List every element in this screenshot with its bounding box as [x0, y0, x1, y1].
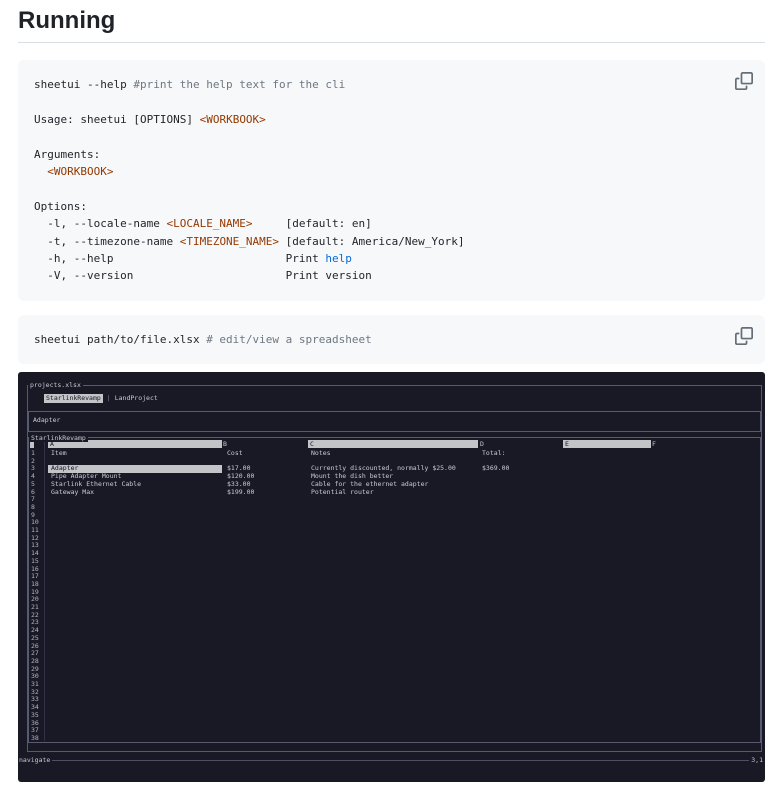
- cell-input-value: Adapter: [33, 416, 61, 424]
- code-line: -t, --timezone-name <TIMEZONE_NAME> [def…: [34, 233, 749, 250]
- code-line: sheetui --help #print the help text for …: [34, 76, 749, 93]
- code-segment: [default: America/New_York]: [279, 234, 465, 248]
- cell-item: Item: [51, 449, 67, 457]
- code-segment: -t, --timezone-name: [34, 234, 180, 248]
- code-segment: -h, --help Print: [34, 252, 326, 266]
- cell-notes: Potential router: [311, 487, 374, 496]
- copy-button[interactable]: [733, 70, 755, 92]
- cell-notes: Notes: [311, 449, 331, 457]
- tab-landproject: LandProject: [114, 394, 158, 402]
- code-line: sheetui path/to/file.xlsx # edit/view a …: [34, 331, 749, 348]
- cell-total: $369.00: [482, 464, 510, 473]
- tab-starlinkrevamp: StarlinkRevamp: [44, 394, 103, 403]
- column-letter-f: F: [652, 440, 656, 448]
- cell-cost: Cost: [227, 449, 243, 457]
- code-segment: -V, --version Print version: [34, 269, 372, 283]
- workbook-title: projects.xlsx: [28, 381, 83, 389]
- code-line: Arguments:: [34, 146, 749, 163]
- copy-icon: [735, 327, 753, 345]
- code-content: sheetui --help #print the help text for …: [34, 76, 749, 285]
- code-segment: <WORKBOOK>: [47, 165, 114, 179]
- row-number-divider: [44, 440, 45, 741]
- column-letter-e: E: [565, 440, 569, 448]
- row-number: 38: [31, 733, 39, 742]
- column-letter-b: B: [223, 440, 227, 448]
- cell-item: Gateway Max: [51, 487, 95, 496]
- tab-separator: |: [106, 394, 111, 402]
- cell-item: Adapter: [51, 464, 79, 473]
- code-segment: [default: en]: [252, 217, 372, 231]
- code-segment: Arguments:: [34, 147, 101, 161]
- code-line: -V, --version Print version: [34, 267, 749, 284]
- cell-cost: $199.00: [227, 487, 255, 496]
- status-position: 3,1: [751, 756, 763, 764]
- code-line: -l, --locale-name <LOCALE_NAME> [default…: [34, 215, 749, 232]
- column-letter-c: C: [310, 440, 314, 448]
- code-segment: sheetui path/to/file.xlsx: [34, 333, 207, 346]
- code-line: <WORKBOOK>: [34, 163, 749, 180]
- column-header-bar-e: [563, 440, 651, 448]
- code-segment: # edit/view a spreadsheet: [206, 333, 372, 346]
- status-mode: navigate: [19, 756, 51, 764]
- code-segment: <WORKBOOK>: [199, 112, 266, 126]
- terminal-screenshot[interactable]: projects.xlsx StarlinkRevamp | LandProje…: [18, 372, 765, 782]
- copy-icon: [735, 72, 753, 90]
- code-segment: sheetui --help: [34, 78, 134, 91]
- copy-button[interactable]: [733, 325, 755, 347]
- sheet-grid: A B C D E F 1 2 3 4 5 6 7 8 9 10 11 12 13 14 15 16 17 18 1…: [29, 438, 760, 742]
- code-segment: -l, --locale-name: [34, 217, 167, 231]
- sheet-tabs: StarlinkRevamp | LandProject: [44, 394, 158, 403]
- cell-total: Total:: [482, 449, 506, 457]
- code-segment: <LOCALE_NAME>: [166, 217, 253, 231]
- code-segment: <TIMEZONE_NAME>: [179, 234, 280, 248]
- code-segment: help: [325, 252, 352, 266]
- column-header-bar-c: [308, 440, 478, 448]
- readme-page: Running sheetui --help #print the help t…: [0, 0, 783, 796]
- code-block-run: sheetui path/to/file.xlsx # edit/view a …: [18, 315, 765, 364]
- code-line: Usage: sheetui [OPTIONS] <WORKBOOK>: [34, 111, 749, 128]
- section-heading: Running: [18, 6, 765, 43]
- status-divider: [52, 760, 750, 761]
- status-bar: navigate 3,1: [19, 756, 763, 764]
- code-content: sheetui path/to/file.xlsx # edit/view a …: [34, 331, 749, 348]
- code-segment: #print the help text for the cli: [133, 78, 346, 91]
- code-segment: Options:: [34, 199, 87, 213]
- sheet-frame: A B C D E F 1 2 3 4 5 6 7 8 9 10 11 12 13 14 15 16 17 18 1…: [28, 437, 761, 743]
- code-line: -h, --help Print help: [34, 250, 749, 267]
- cell-input: Adapter: [28, 411, 761, 432]
- code-segment: Usage: sheetui [OPTIONS]: [34, 112, 200, 126]
- column-letter-d: D: [480, 440, 484, 448]
- code-line: Options:: [34, 198, 749, 215]
- code-block-help: sheetui --help #print the help text for …: [18, 60, 765, 301]
- sheet-frame-title: StarlinkRevamp: [29, 433, 88, 442]
